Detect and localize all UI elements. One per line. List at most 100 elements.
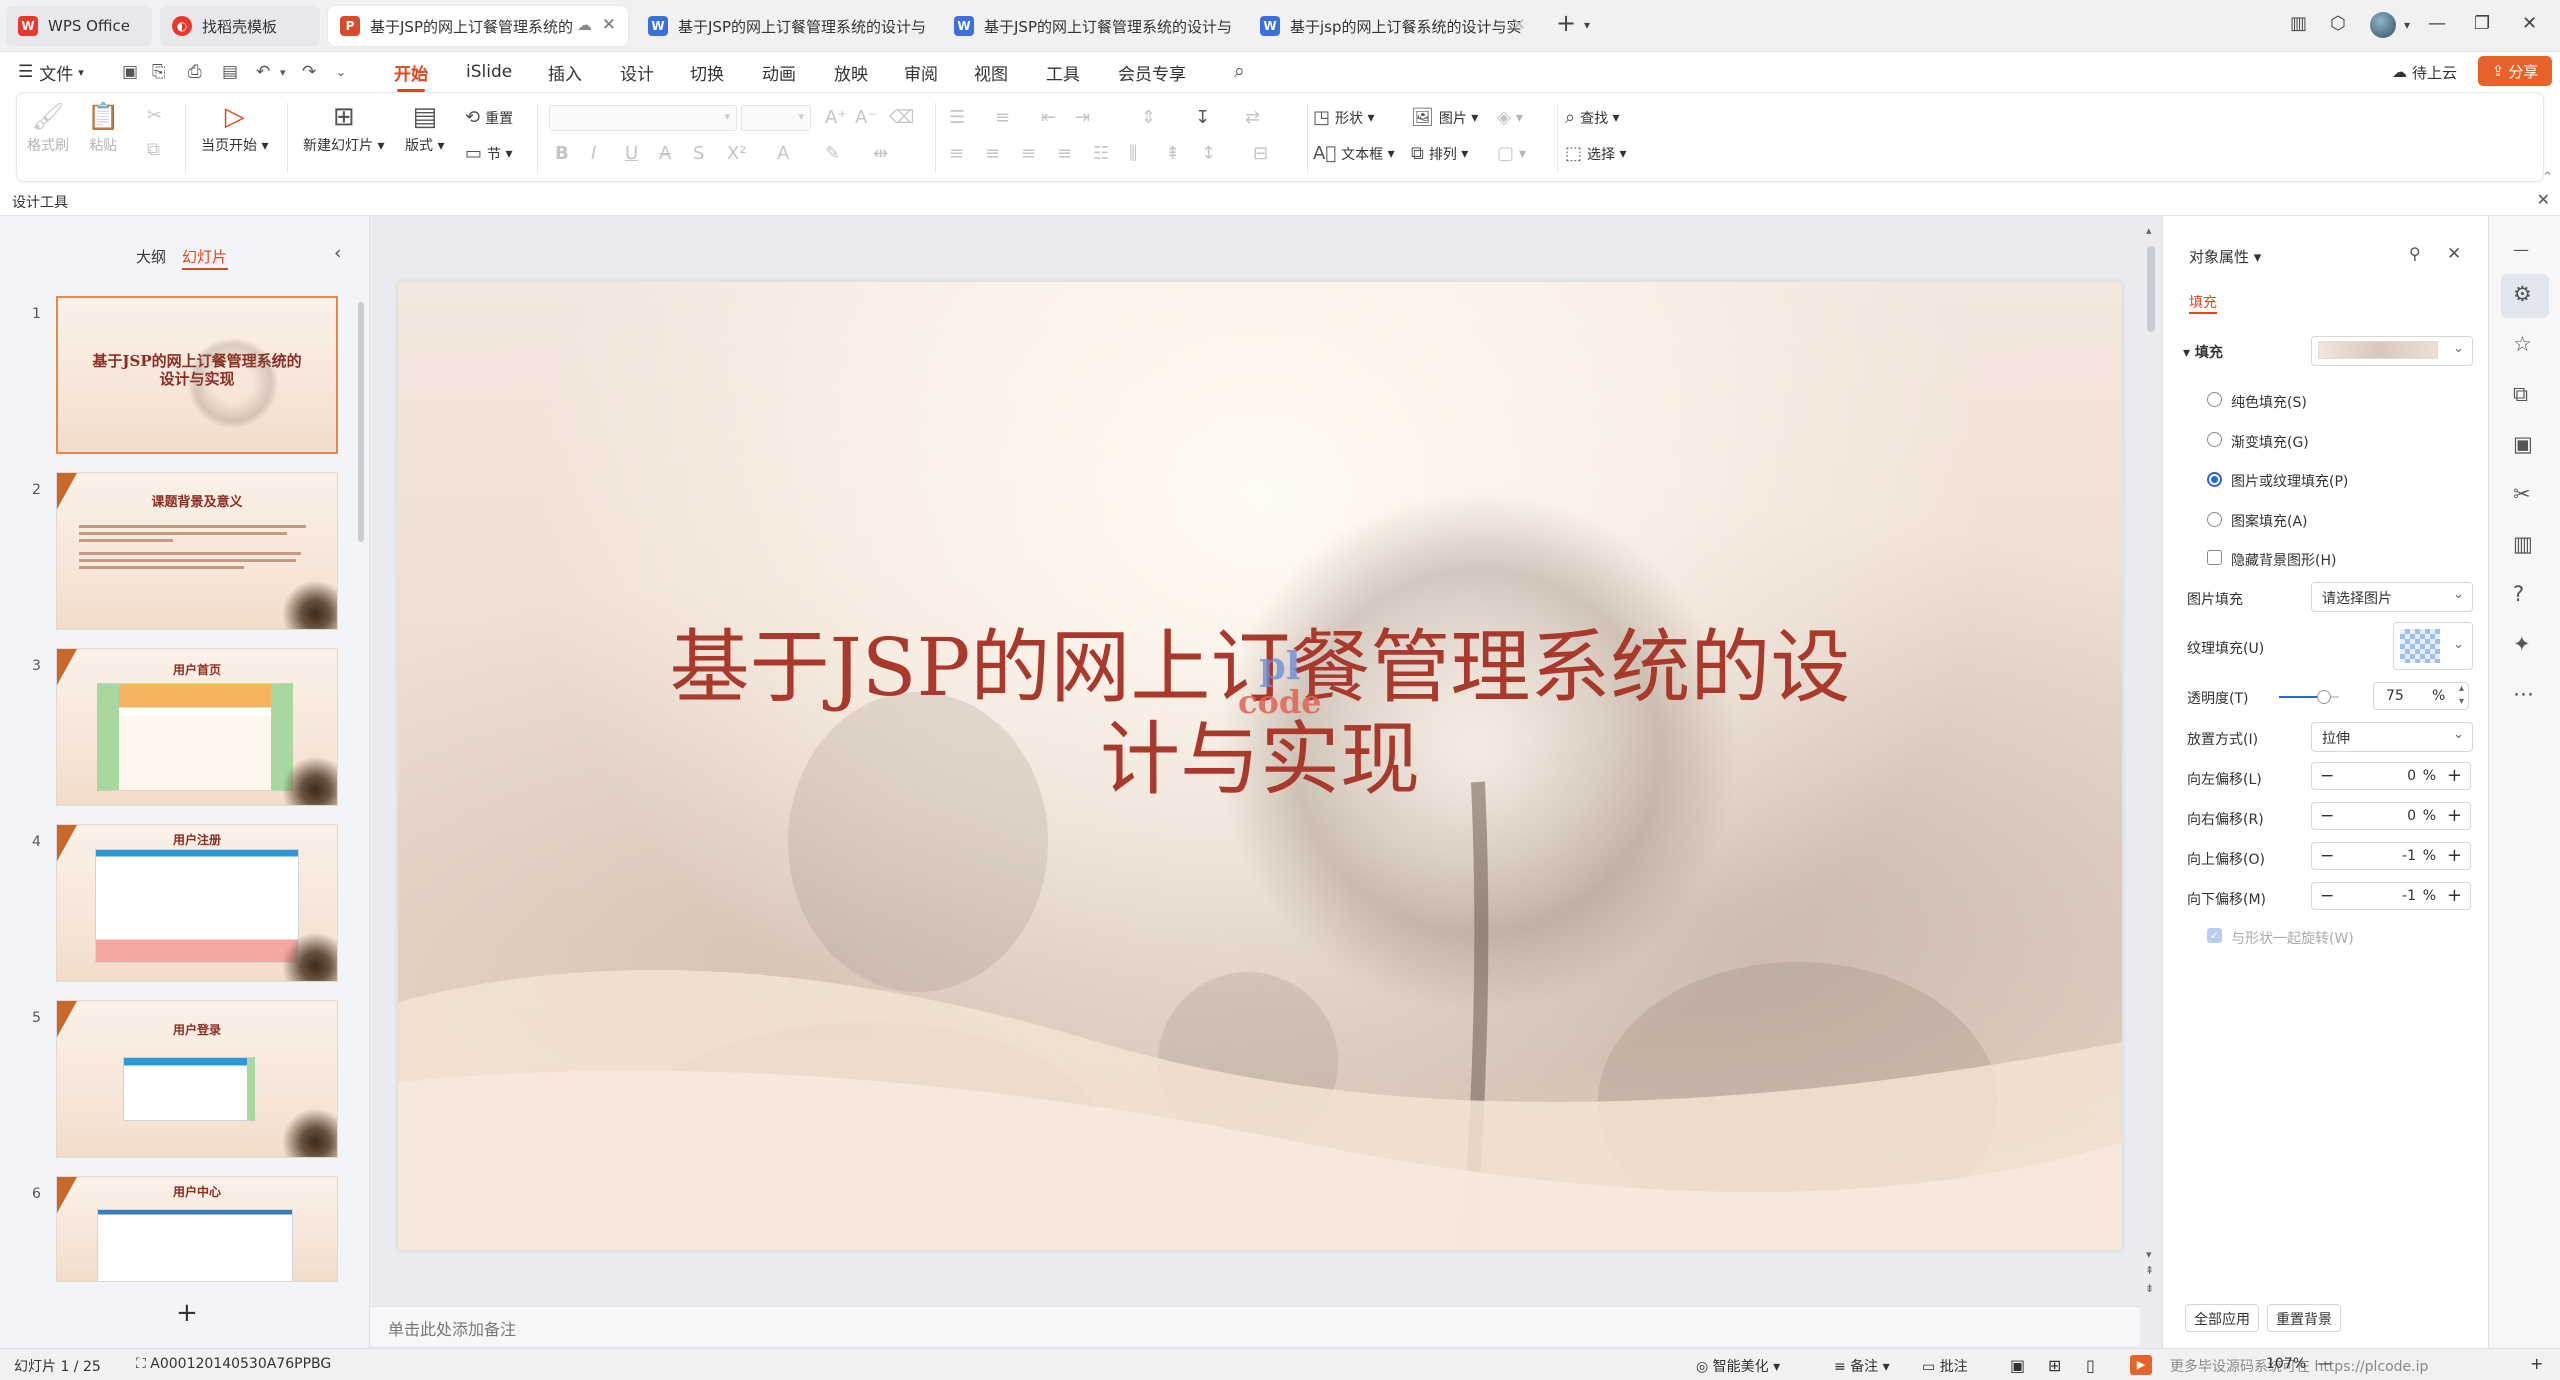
account-chevron-icon[interactable]: ▾ xyxy=(2404,18,2410,32)
tab-word-document-1[interactable]: W 基于JSP的网上订餐管理系统的设计与 xyxy=(636,6,936,46)
avatar[interactable] xyxy=(2370,12,2396,38)
tab-word-document-2[interactable]: W 基于JSP的网上订餐管理系统的设计与 xyxy=(942,6,1242,46)
zoom-level[interactable]: 107% xyxy=(2266,1356,2306,1372)
justify-icon[interactable]: ≡ xyxy=(1057,143,1077,164)
columns-icon[interactable]: ⫼ xyxy=(1129,143,1142,164)
increase-indent-icon[interactable]: ⇥ xyxy=(1075,107,1095,128)
comments-toggle[interactable]: ▭ 批注 xyxy=(1922,1356,1968,1376)
book-icon[interactable]: ▥ xyxy=(2513,532,2533,556)
print-icon[interactable]: ⎙ xyxy=(188,62,202,82)
font-color-icon[interactable]: A xyxy=(777,143,794,164)
reset-button[interactable]: ⟲ 重置 xyxy=(465,107,513,128)
tab-word-document-3[interactable]: W 基于jsp的网上订餐系统的设计与实 ✕ xyxy=(1248,6,1538,46)
tools-icon[interactable]: ✂ xyxy=(2513,482,2531,506)
decrement-icon[interactable]: − xyxy=(2320,806,2334,826)
search-icon[interactable]: ⌕ xyxy=(1234,60,1245,82)
star-icon[interactable]: ☆ xyxy=(2513,332,2532,356)
char-spacing-icon[interactable]: ⇹ xyxy=(873,143,893,164)
play-from-current-button[interactable]: ▷ 当页开始 ▾ xyxy=(201,99,268,155)
stepper-arrows-icon[interactable]: ▴ ▾ xyxy=(2459,682,2464,708)
tab-ppt-document[interactable]: P 基于JSP的网上订餐管理系统的 ☁ ✕ xyxy=(328,6,628,46)
paragraph-spacing-icon[interactable]: ⇞ xyxy=(1165,143,1185,164)
picture-texture-fill-label[interactable]: 图片或纹理填充(P) xyxy=(2231,471,2348,491)
shadow-text-icon[interactable]: S xyxy=(693,143,709,164)
text-direction-icon[interactable]: ⇕ xyxy=(1141,107,1161,128)
menu-islide[interactable]: iSlide xyxy=(466,58,512,86)
offset-right-stepper[interactable]: − 0% + xyxy=(2311,802,2471,830)
slide-thumbnail-3[interactable]: 用户首页 xyxy=(56,648,338,806)
menu-view[interactable]: 视图 xyxy=(974,58,1008,86)
scroll-down-icon[interactable]: ▾ xyxy=(2146,1248,2152,1261)
notes-toggle[interactable]: ≡ 备注 ▾ xyxy=(1834,1356,1890,1376)
increment-icon[interactable]: + xyxy=(2447,765,2462,786)
solid-fill-radio[interactable] xyxy=(2207,392,2222,407)
slide-thumbnail-5[interactable]: 用户登录 xyxy=(56,1000,338,1158)
reading-view-icon[interactable]: ▯ xyxy=(2086,1356,2095,1375)
play-slideshow-icon[interactable]: ▶ xyxy=(2130,1355,2152,1375)
section-button[interactable]: ▭ 节 ▾ xyxy=(465,143,513,164)
image-edit-icon[interactable]: ▣ xyxy=(2513,432,2533,456)
scroll-up-icon[interactable]: ▴ xyxy=(2146,224,2152,237)
select-button[interactable]: ⬚ 选择 ▾ xyxy=(1565,143,1627,164)
fill-preview-dropdown[interactable]: ⌄ xyxy=(2311,336,2473,366)
decrement-icon[interactable]: − xyxy=(2320,766,2334,786)
cloud-status[interactable]: ☁ 待上云 xyxy=(2392,58,2457,86)
copy-icon[interactable]: ⧉ xyxy=(147,139,165,160)
format-painter-button[interactable]: 🖌 格式刷 xyxy=(27,99,69,155)
transparency-slider-handle[interactable] xyxy=(2317,690,2331,704)
strikethrough-icon[interactable]: A xyxy=(659,143,676,164)
menu-slideshow[interactable]: 放映 xyxy=(834,58,868,86)
slide-canvas[interactable]: 基于JSP的网上订餐管理系统的设 计与实现 pl code xyxy=(398,282,2122,1250)
underline-icon[interactable]: U xyxy=(625,143,643,164)
decrement-icon[interactable]: − xyxy=(2320,846,2334,866)
menu-member[interactable]: 会员专享 xyxy=(1118,58,1186,86)
reset-background-button[interactable]: 重置背景 xyxy=(2267,1304,2341,1332)
collapse-sidebar-icon[interactable]: — xyxy=(2513,240,2529,259)
pin-icon[interactable]: ⚲ xyxy=(2409,244,2421,263)
collapse-ribbon-icon[interactable]: ⌃ xyxy=(2542,170,2553,185)
textbox-button[interactable]: A⃞ 文本框 ▾ xyxy=(1313,143,1395,164)
scrollbar-thumb[interactable] xyxy=(358,302,364,542)
align-center-icon[interactable]: ≡ xyxy=(985,143,1005,164)
offset-up-stepper[interactable]: − -1% + xyxy=(2311,842,2471,870)
prev-slide-icon[interactable]: ⇞ xyxy=(2145,1264,2154,1277)
increment-icon[interactable]: + xyxy=(2447,885,2462,906)
tab-slides[interactable]: 幻灯片 xyxy=(182,246,227,267)
decrement-icon[interactable]: − xyxy=(2320,886,2334,906)
close-design-tools-icon[interactable]: ✕ xyxy=(2537,190,2550,209)
picture-texture-fill-radio[interactable] xyxy=(2207,472,2222,487)
rotate-with-shape-checkbox[interactable]: ✓ xyxy=(2207,928,2222,943)
export-icon[interactable]: ⎘ xyxy=(152,62,166,82)
superscript-icon[interactable]: X² xyxy=(727,143,752,164)
menu-design[interactable]: 设计 xyxy=(620,58,654,86)
notes-area[interactable]: 单击此处添加备注 xyxy=(370,1306,2140,1346)
fill-section-header[interactable]: ▾ 填充 xyxy=(2183,342,2223,362)
slide-thumbnail-4[interactable]: 用户注册 xyxy=(56,824,338,982)
gradient-fill-label[interactable]: 渐变填充(G) xyxy=(2231,432,2309,452)
slide-thumbnail-6[interactable]: 用户中心 xyxy=(56,1176,338,1282)
line-spacing-icon[interactable]: ↕ xyxy=(1201,143,1221,164)
font-size-select[interactable]: ▾ xyxy=(741,105,811,131)
apply-all-button[interactable]: 全部应用 xyxy=(2185,1304,2259,1332)
bold-icon[interactable]: B xyxy=(555,143,574,164)
placement-dropdown[interactable]: 拉伸 ⌄ xyxy=(2311,722,2473,752)
next-slide-icon[interactable]: ⇟ xyxy=(2145,1282,2154,1295)
new-tab-icon[interactable]: + xyxy=(1556,9,1576,37)
tab-wps-office[interactable]: W WPS Office xyxy=(6,6,152,46)
new-slide-button[interactable]: ⊞ 新建幻灯片 ▾ xyxy=(303,99,384,155)
gradient-fill-radio[interactable] xyxy=(2207,432,2222,447)
help-icon[interactable]: ? xyxy=(2513,582,2524,606)
undo-icon[interactable]: ↶ xyxy=(256,62,270,82)
save-icon[interactable]: ▣ xyxy=(122,62,138,82)
close-tab-icon[interactable]: ✕ xyxy=(1512,15,1526,35)
offset-left-stepper[interactable]: − 0% + xyxy=(2311,762,2471,790)
sorter-view-icon[interactable]: ⊞ xyxy=(2048,1356,2061,1375)
offset-down-stepper[interactable]: − -1% + xyxy=(2311,882,2471,910)
slide-thumbnail-2[interactable]: 课题背景及意义 xyxy=(56,472,338,630)
undo-chevron-icon[interactable]: ▾ xyxy=(280,66,286,79)
decrease-indent-icon[interactable]: ⇤ xyxy=(1041,107,1061,128)
menu-transition[interactable]: 切换 xyxy=(690,58,724,86)
add-slide-icon[interactable]: + xyxy=(176,1298,198,1328)
restore-icon[interactable]: ❐ xyxy=(2474,13,2490,34)
numbering-icon[interactable]: ≡ xyxy=(995,107,1015,128)
